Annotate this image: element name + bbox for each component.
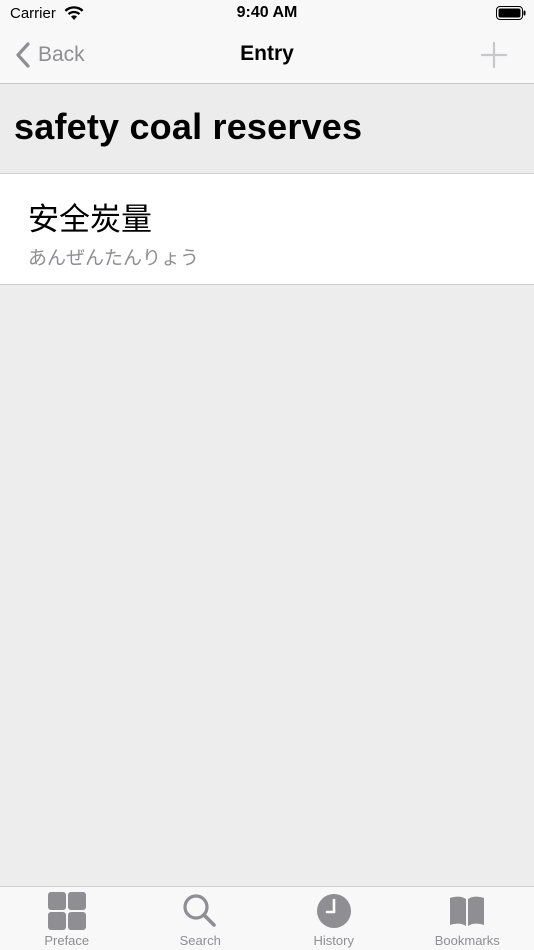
tab-search[interactable]: Search xyxy=(134,887,268,950)
add-bookmark-button[interactable] xyxy=(480,41,508,69)
entry-reading: あんぜんたんりょう xyxy=(28,248,200,269)
book-icon xyxy=(450,896,485,926)
status-time: 9:40 AM xyxy=(236,4,298,21)
tab-label: Bookmarks xyxy=(434,933,500,948)
nav-bar: Back Entry xyxy=(0,28,534,84)
status-bar: Carrier 9:40 AM xyxy=(0,0,534,28)
tab-bar: Preface Search History Bookmarks xyxy=(0,886,534,950)
search-icon xyxy=(183,894,217,927)
grid-icon xyxy=(47,892,86,930)
entry-header: safety coal reserves xyxy=(0,84,534,174)
tab-label: Preface xyxy=(44,933,90,948)
nav-title: Entry xyxy=(240,42,294,65)
entry-cell[interactable]: 安全炭量 あんぜんたんりょう xyxy=(0,174,534,285)
tab-preface[interactable]: Preface xyxy=(0,887,134,950)
battery-icon xyxy=(496,6,526,20)
tab-label: Search xyxy=(179,933,221,948)
tab-history[interactable]: History xyxy=(267,887,401,950)
screen: Carrier 9:40 AM Back Entry safety coal r… xyxy=(0,0,534,950)
entry-heading: safety coal reserves xyxy=(14,106,363,147)
tab-label: History xyxy=(313,933,354,948)
entry-kanji: 安全炭量 xyxy=(28,202,152,237)
tab-bookmarks[interactable]: Bookmarks xyxy=(401,887,534,950)
clock-icon xyxy=(316,894,351,928)
plus-icon xyxy=(480,41,508,69)
